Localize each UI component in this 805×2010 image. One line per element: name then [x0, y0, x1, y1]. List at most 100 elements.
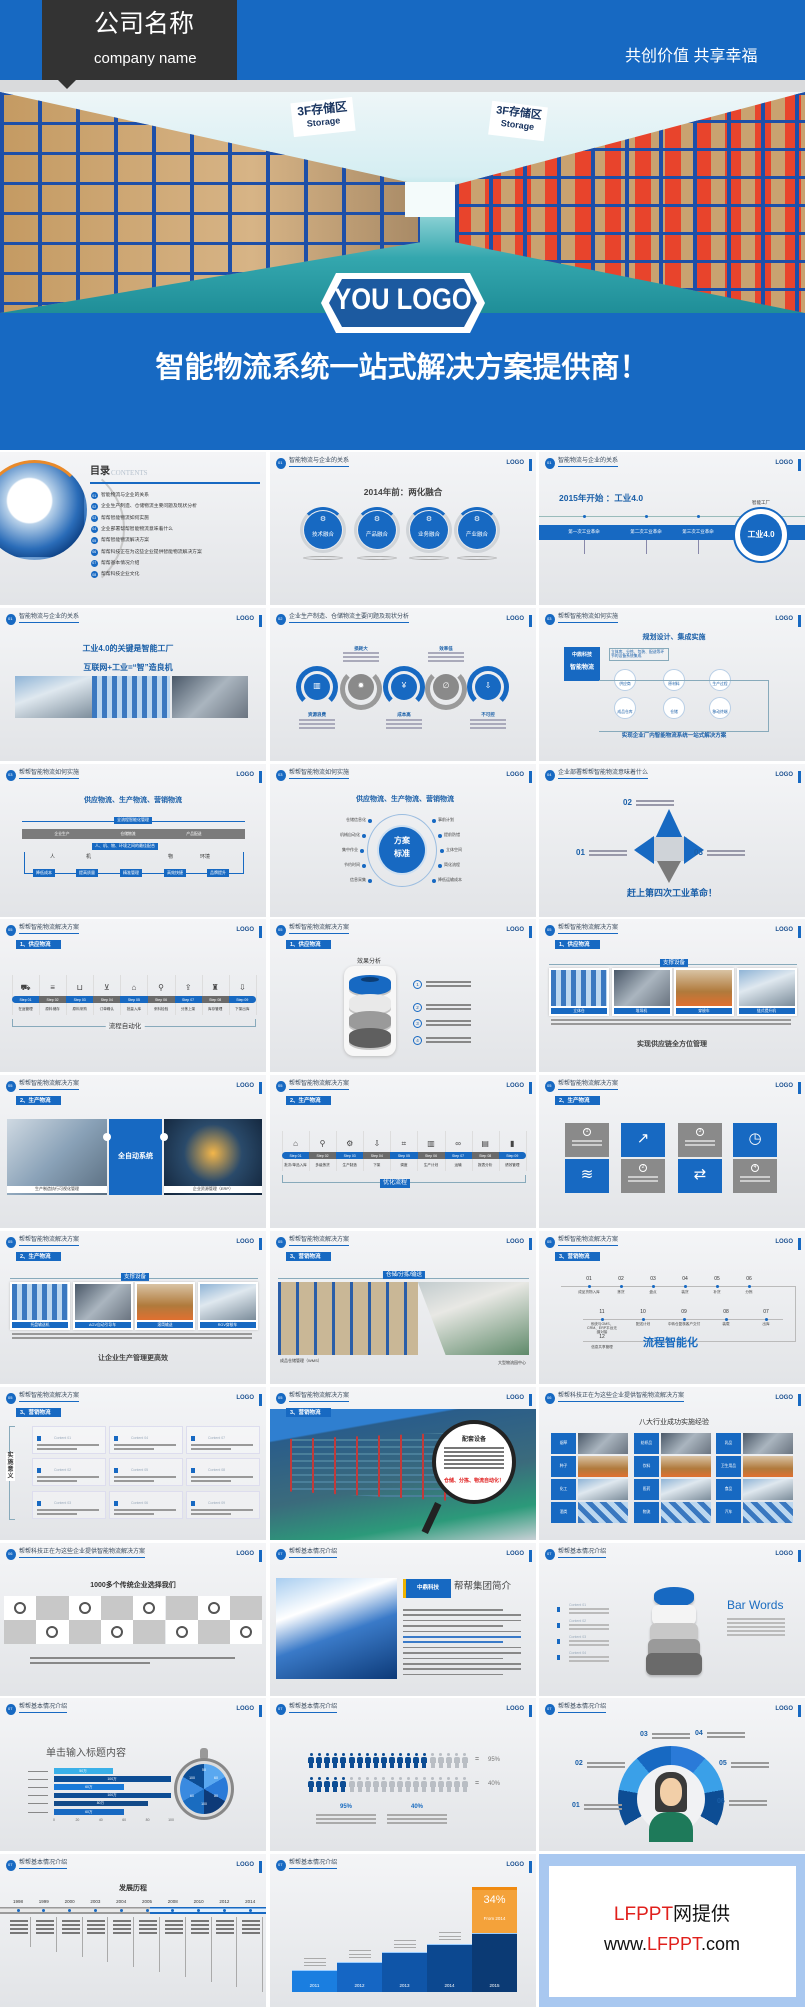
slide-thumbnail[interactable]: 07 帮帮基本情况介绍 LOGO = 95% = 40% 95% 40% — [270, 1698, 536, 1851]
slide-title: 帮帮智能物流解决方案 — [289, 1237, 350, 1246]
subsection-tab: 2、生产物流 — [16, 1252, 61, 1261]
warehouse-interior-photo — [278, 1282, 418, 1355]
stacked-disc — [652, 1605, 696, 1625]
slide-thumbnail[interactable]: 05 帮帮智能物流解决方案 LOGO 2、生产物流 支撑设备 托盘输送机 AGV自动引导车滚… — [0, 1231, 266, 1384]
slide-thumbnail[interactable]: 05 帮帮智能物流解决方案 LOGO 3、营销物流 实施意义 Content 01 Cont… — [0, 1387, 266, 1540]
person-icon — [340, 1753, 347, 1768]
card-desc-line — [191, 1476, 253, 1478]
toc-item[interactable]: 帮帮智能物流如何实施 — [101, 516, 149, 522]
year-desc-line — [164, 1924, 183, 1926]
slide-thumbnail[interactable]: 01 智能物流与企业的关系 LOGO 2014年前：两化融合 ⚙ 技术融合 ⚙ 产品融合 ⚙ 业务… — [270, 452, 536, 605]
slide-thumbnail[interactable]: 07 帮帮基本情况介绍 LOGO 单击输入标题内容 50万 100万 60万 100万 80万 6… — [0, 1698, 266, 1851]
timeline-number: 02 — [618, 1276, 624, 1282]
slide-thumbnail[interactable]: 01 智能物流与企业的关系 LOGO 2015年开始 ：工业4.0 第一次工业革命 第二次… — [539, 452, 805, 605]
timeline-dot — [724, 1317, 728, 1321]
person-icon — [397, 1753, 404, 1768]
slide-thumbnail[interactable]: 02 企业生产制造、仓储物流主要问题及现状分析 LOGO ▥ 资源浪费 ✹ 损耗大 ¥ 成本高 ∅… — [270, 608, 536, 761]
highlight-sub: From 2014 — [483, 1916, 506, 1921]
industry-photo — [578, 1479, 628, 1500]
lens-text-line — [444, 1463, 504, 1465]
year-desc-line — [242, 1932, 261, 1934]
slide-thumbnail[interactable]: 07 帮帮基本情况介绍 LOGO Content 01 Content 02 Conten… — [539, 1543, 805, 1696]
slide-thumbnail[interactable]: 目录 CONTENTS 01 智能物流与企业的关系 02 企业生产制造、仓储物流主要问题及… — [0, 452, 266, 605]
section-number: 05 — [8, 1395, 13, 1400]
toc-heading: 目录 — [90, 466, 110, 477]
slide-title: 智能物流与企业的关系 — [289, 458, 350, 467]
toc-item[interactable]: 帮帮科技企业文化 — [101, 572, 139, 578]
toc-item[interactable]: 企业生产制造、仓储物流主要问题及现状分析 — [101, 504, 197, 510]
person-head — [406, 1753, 410, 1756]
slide-thumbnail[interactable]: 05帮帮智能物流解决方案LOGO3、营销物流3、营销物流配套设备仓储、分拣、物流… — [270, 1387, 536, 1540]
radial-dot — [368, 819, 372, 823]
slide-thumbnail[interactable]: 07 帮帮基本情况介绍 LOGO 中鼎科技 帮帮集团简介 — [270, 1543, 536, 1696]
problem-desc-line — [470, 727, 506, 729]
problem-desc-line — [299, 723, 335, 725]
toc-item[interactable]: 帮帮基本情况介绍 — [101, 561, 139, 567]
equipment-label: RGV穿梭车 — [199, 1322, 256, 1329]
slide-thumbnail[interactable]: 06 帮帮科技正在为这些企业提供智能物流解决方案 LOGO 1000多个传统企业选择我… — [0, 1543, 266, 1696]
slide-thumbnail[interactable]: 01 智能物流与企业的关系 LOGO 工业4.0的关键是智能工厂 互联网+工业=“智”造… — [0, 608, 266, 761]
slide-thumbnail[interactable]: 07 帮帮基本情况介绍 LOGO 01 02 03 04 05 06 — [539, 1698, 805, 1851]
step-number: Step 07 — [182, 997, 195, 1002]
ad-url-link[interactable]: www.LFPPT.com — [539, 1934, 805, 1955]
bar-words-line — [727, 1622, 785, 1624]
intro-text-line — [403, 1641, 503, 1643]
industry-label: 饮料 — [642, 1464, 651, 1468]
slide-thumbnail[interactable]: 06 帮帮科技正在为这些企业提供智能物流解决方案 LOGO 八大行业成功实施经验 烟草种… — [539, 1387, 805, 1540]
slide-thumbnail[interactable]: 05 帮帮智能物流解决方案 LOGO 2、生产物流 ⌂ Step 01 批次/单品入库 ⚲ St… — [270, 1075, 536, 1228]
radial-label: 简化流程 — [444, 862, 460, 867]
logo-bar — [798, 926, 801, 938]
card-title: Content 08 — [208, 1468, 226, 1472]
industry-photo — [578, 1433, 628, 1454]
effect-desc-line — [426, 1024, 471, 1026]
slide-thumbnail[interactable]: 07 帮帮基本情况介绍 LOGO 发展历程 1998 1999 2000 2003 2004 20… — [0, 1854, 266, 2007]
caption-line — [316, 1814, 376, 1816]
year-desc-line — [61, 1932, 80, 1934]
person-icon — [332, 1777, 339, 1792]
bar-value-label: 80万 — [96, 1801, 105, 1806]
equipment-photo — [676, 970, 732, 1006]
person-legs — [398, 1762, 403, 1768]
problem-desc-line — [299, 719, 335, 721]
content-line — [569, 1660, 609, 1662]
slide-thumbnail[interactable]: 05 帮帮智能物流解决方案 LOGO 2、生产物流 1 ↗ 3 ◷ ≋ 2 ⇄ 4 — [539, 1075, 805, 1228]
person-legs — [422, 1762, 427, 1768]
person-icon — [364, 1753, 371, 1768]
slide-thumbnail[interactable]: 05 帮帮智能物流解决方案 LOGO 1、供应物流 ⛟ Step 01 在途管理 ≡ Step … — [0, 919, 266, 1072]
toc-item[interactable]: 企业部署帮帮智能物流意味着什么 — [101, 527, 173, 533]
card-marker — [191, 1436, 195, 1441]
slide-thumbnail[interactable]: 03 帮帮智能物流如何实施 LOGO 规划设计、集成实施 中鼎科技 智能物流 立体库、分拣、… — [539, 608, 805, 761]
toc-item[interactable]: 智能物流与企业的关系 — [101, 493, 149, 499]
slide-thumbnail[interactable]: 05 帮帮智能物流解决方案 LOGO 1、供应物流 支撑设备 立体仓 堆垛机 穿梭车 链式提升机… — [539, 919, 805, 1072]
section-number: 07 — [278, 1862, 283, 1867]
slide-thumbnail[interactable]: 03 帮帮智能物流如何实施 LOGO 供应物流、生产物流、营销物流 全流程智能化管理 企业… — [0, 764, 266, 917]
slide-thumbnail[interactable]: 03 帮帮智能物流如何实施 LOGO 供应物流、生产物流、营销物流 方案 标准 仓储信息化机… — [270, 764, 536, 917]
bar-category-line — [28, 1778, 48, 1780]
person-head — [414, 1777, 418, 1780]
year-desc-line — [216, 1928, 235, 1930]
logo-label: LOGO — [236, 772, 254, 778]
slide-thumbnail[interactable]: LFPPT网提供 www.LFPPT.com — [539, 1854, 805, 2007]
content-line — [569, 1656, 609, 1658]
step-label: 分拣上架 — [180, 1007, 196, 1011]
slide-thumbnail[interactable]: 05 帮帮智能物流解决方案 LOGO 2、生产物流 全自动系统 生产制造执行可视化管理 企业… — [0, 1075, 266, 1228]
logo-label: LOGO — [775, 927, 793, 933]
dial-value: 50 — [202, 1768, 206, 1772]
section-number: 03 — [8, 772, 13, 777]
slide-thumbnail[interactable]: 05 帮帮智能物流解决方案 LOGO 1、供应物流 效果分析 1 2 3 4 — [270, 919, 536, 1072]
slide-thumbnail[interactable]: 05 帮帮智能物流解决方案 LOGO 3、营销物流 01 成品货物入库 02 拣货 03 盘点 04… — [539, 1231, 805, 1384]
toc-item[interactable]: 帮帮智能物流解决方案 — [101, 538, 149, 544]
toc-item[interactable]: 帮帮科技正在为这些企业提供智能物流解决方案 — [101, 550, 202, 556]
effect-desc-line — [426, 1004, 471, 1006]
slide-thumbnail[interactable]: 04 企业部署帮帮智能物流意味着什么 LOGO 01 02 03 赶上第四次工业革命！ — [539, 764, 805, 917]
logo-placeholder — [133, 1620, 166, 1644]
year-label: 2004 — [116, 1899, 127, 1904]
step-label: 生产计划 — [423, 1163, 439, 1167]
desc-line — [30, 1657, 235, 1659]
subsection-tab: 2、生产物流 — [286, 1096, 331, 1105]
year-desc-line — [87, 1928, 106, 1930]
slide-thumbnail[interactable]: 07 帮帮基本情况介绍 LOGO 2011 2012 2013 2014 2015 34% Fro… — [270, 1854, 536, 2007]
timeline-dot — [619, 1284, 623, 1288]
slide-thumbnail[interactable]: 05 帮帮智能物流解决方案 LOGO 3、营销物流 仓储/分拣/输送 成品仓储管理（WMS… — [270, 1231, 536, 1384]
card-desc-line — [191, 1444, 253, 1446]
